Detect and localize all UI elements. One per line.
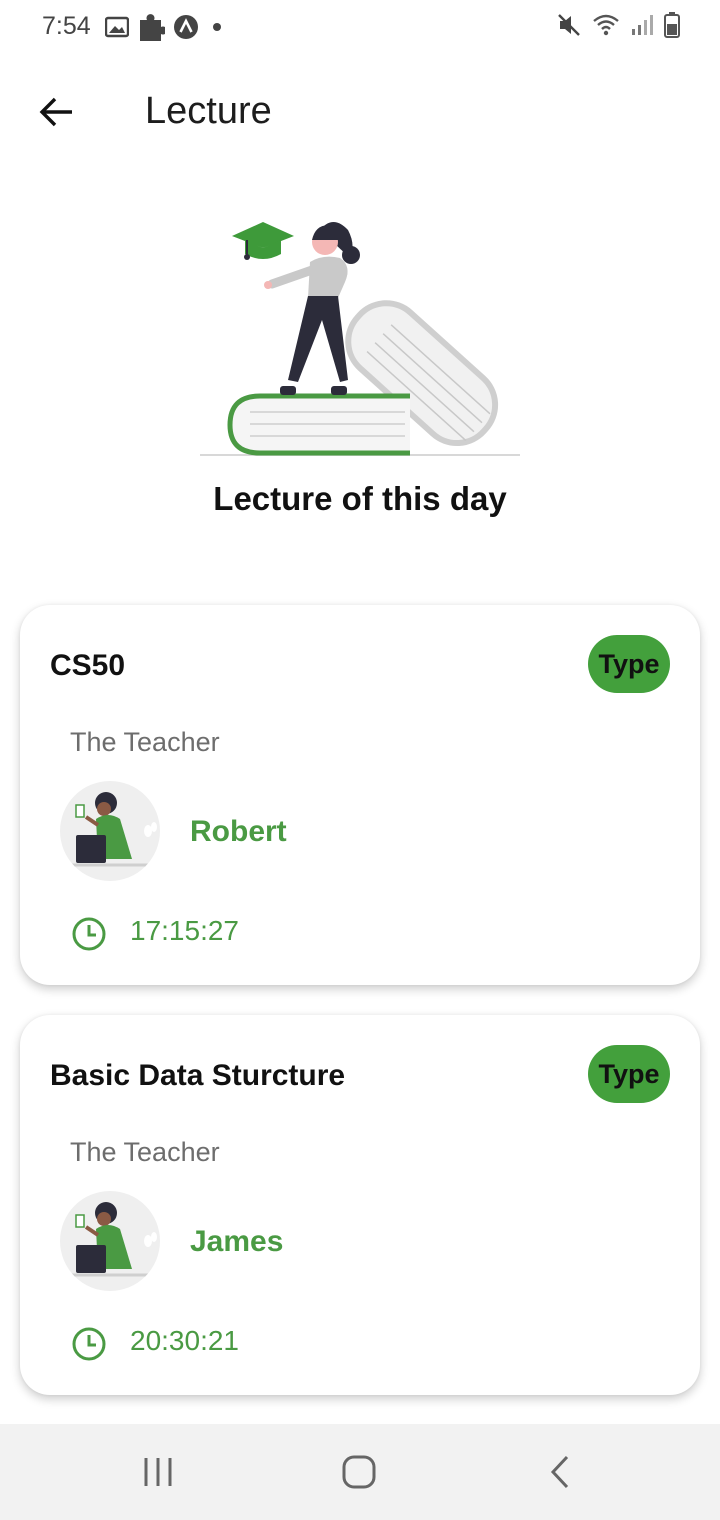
mute-icon <box>558 14 580 36</box>
arrow-left-icon <box>39 97 72 127</box>
teacher-avatar-icon <box>72 1202 157 1277</box>
avatar <box>60 781 160 881</box>
avatar <box>60 1191 160 1291</box>
lecture-card[interactable]: CS50 Type The Teacher Robert 17:15:27 <box>20 605 700 985</box>
type-badge[interactable]: Type <box>588 635 670 693</box>
battery-icon <box>664 12 680 38</box>
dot-icon <box>213 23 221 31</box>
home-button[interactable] <box>329 1452 389 1492</box>
wifi-icon <box>593 14 619 36</box>
app-bar: Lecture <box>0 70 720 154</box>
recent-apps-button[interactable] <box>128 1452 188 1492</box>
teacher-heading: The Teacher <box>70 727 220 757</box>
home-icon <box>342 1455 376 1489</box>
hero-illustration <box>0 200 720 470</box>
lecture-time: 17:15:27 <box>130 915 239 946</box>
type-badge[interactable]: Type <box>588 1045 670 1103</box>
signal-icon <box>632 15 653 35</box>
teacher-heading: The Teacher <box>70 1137 220 1167</box>
lecture-time: 20:30:21 <box>130 1325 239 1356</box>
system-nav-bar <box>0 1424 720 1520</box>
clock-icon <box>72 1327 106 1361</box>
hero-caption: Lecture of this day <box>213 480 507 517</box>
status-time: 7:54 <box>42 12 91 40</box>
teacher-name: James <box>190 1225 284 1258</box>
nav-back-button[interactable] <box>530 1452 590 1492</box>
recent-apps-icon <box>144 1458 172 1486</box>
status-bar: 7:54 <box>0 0 720 56</box>
a-icon <box>174 15 198 39</box>
course-title: Basic Data Sturcture <box>50 1059 346 1092</box>
graduate-on-books-illustration <box>200 222 520 456</box>
back-button[interactable] <box>32 88 80 136</box>
page-title: Lecture <box>145 90 272 132</box>
lecture-card[interactable]: Basic Data Sturcture Type The Teacher Ja… <box>20 1015 700 1395</box>
course-title: CS50 <box>50 649 126 682</box>
teacher-name: Robert <box>190 815 287 848</box>
image-icon <box>105 16 129 38</box>
teacher-avatar-icon <box>72 792 157 867</box>
clock-icon <box>72 917 106 951</box>
back-icon <box>550 1455 569 1489</box>
puzzle-icon <box>140 14 165 41</box>
